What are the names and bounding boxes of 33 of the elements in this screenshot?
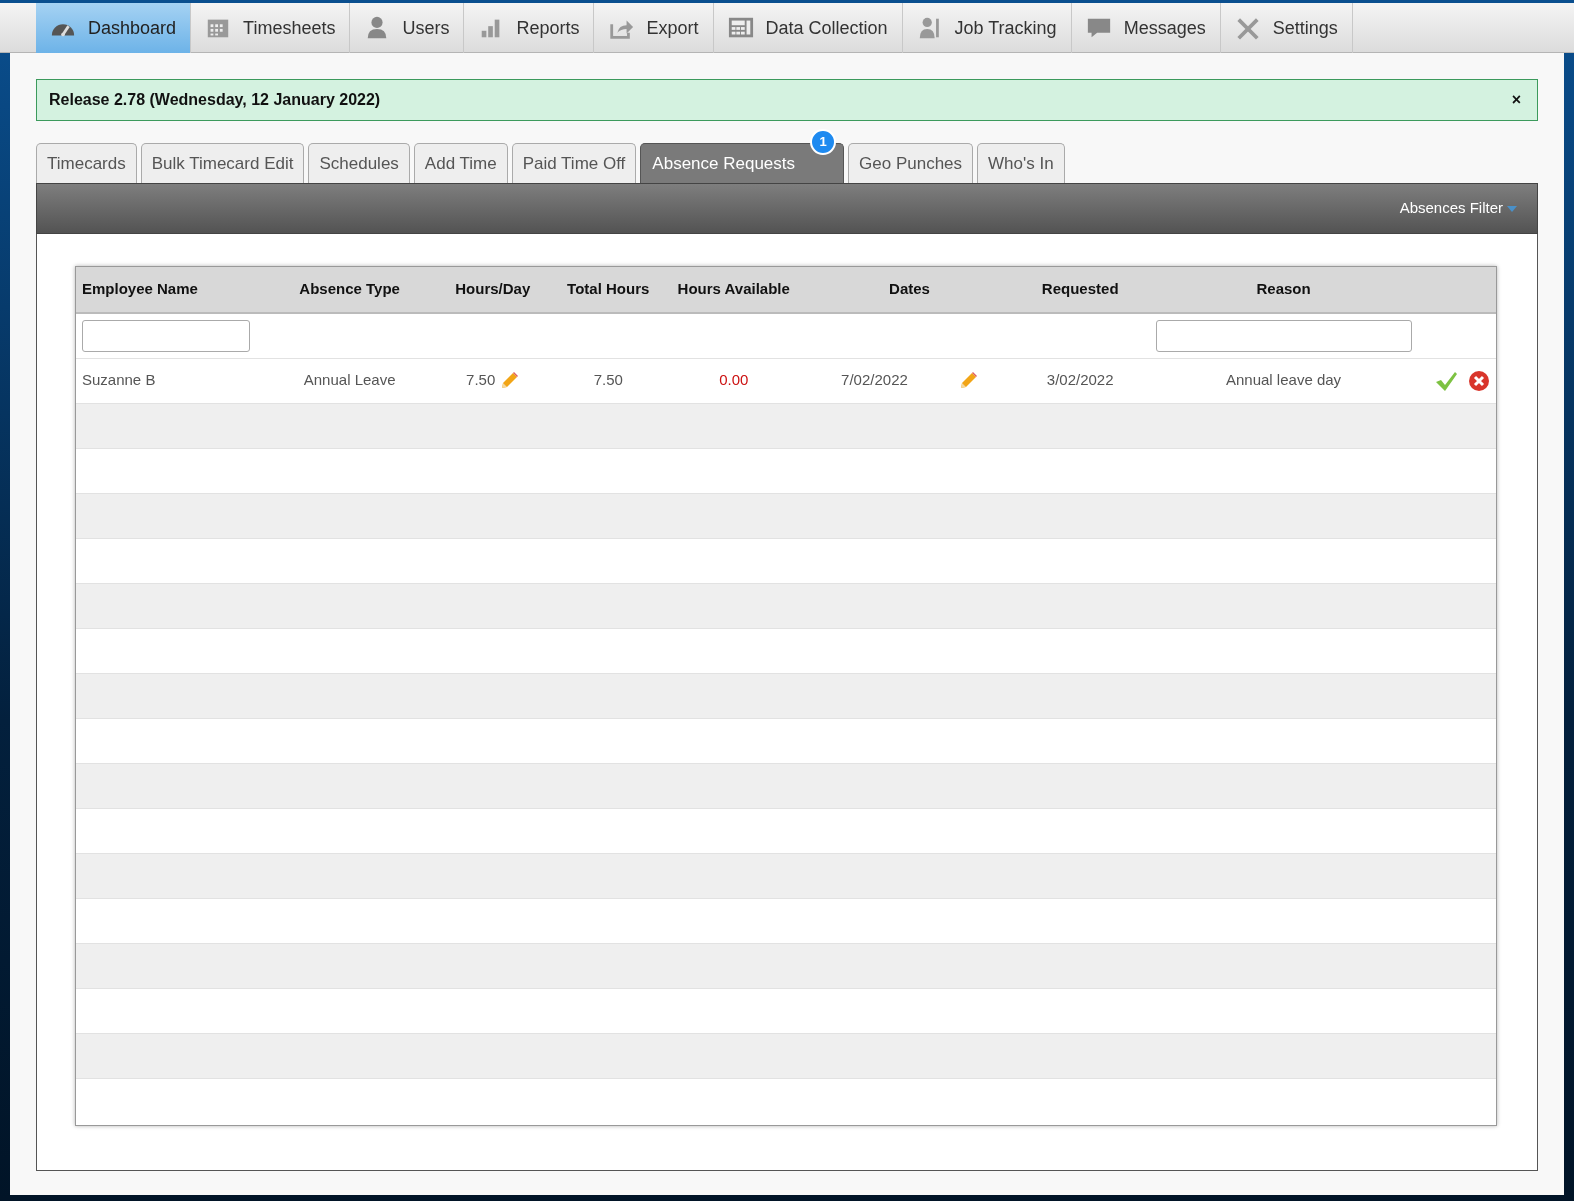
tab[interactable]: Geo Punches bbox=[848, 143, 974, 183]
close-circle-icon[interactable] bbox=[1468, 370, 1490, 392]
table-cell: 0.00 bbox=[719, 371, 749, 389]
column-header: Reason bbox=[1256, 280, 1311, 298]
table-cell: Suzanne B bbox=[82, 371, 156, 389]
table-cell: 7.50 bbox=[593, 371, 623, 389]
table-cell: Annual Leave bbox=[303, 371, 396, 389]
column-header: Employee Name bbox=[82, 280, 198, 298]
count-badge: 1 bbox=[810, 129, 837, 155]
table-cell: 3/02/2022 bbox=[1046, 371, 1114, 389]
filter-field[interactable] bbox=[82, 319, 250, 352]
check-icon[interactable] bbox=[1434, 370, 1458, 392]
tab[interactable]: Schedules bbox=[308, 143, 410, 183]
caret-icon bbox=[1507, 205, 1517, 212]
column-header: Hours/Day bbox=[455, 280, 531, 298]
column-header: Absence Type bbox=[299, 280, 400, 298]
release-text: Release 2.78 (Wednesday, 12 January 2022) bbox=[49, 90, 381, 110]
table-cell: 7/02/2022 bbox=[841, 371, 908, 389]
nav-tab[interactable]: Dashboard bbox=[36, 3, 192, 53]
tab[interactable]: Paid Time Off bbox=[511, 143, 637, 183]
column-header: Dates bbox=[889, 280, 930, 298]
tab[interactable]: Bulk Timecard Edit bbox=[140, 143, 305, 183]
tab[interactable]: Who's In bbox=[977, 143, 1065, 183]
tab[interactable]: Timecards bbox=[36, 143, 137, 183]
absences-filter-dropdown[interactable]: Absences Filter bbox=[1393, 196, 1523, 221]
column-header: Hours Available bbox=[677, 280, 790, 298]
column-header: Total Hours bbox=[567, 280, 650, 298]
filter-field[interactable] bbox=[1155, 319, 1412, 352]
table-cell: 7.50 bbox=[466, 371, 496, 389]
column-header: Requested bbox=[1041, 280, 1119, 298]
tab[interactable]: Add Time bbox=[413, 143, 508, 183]
table-cell: Annual leave day bbox=[1226, 371, 1342, 389]
close-button[interactable]: × bbox=[1507, 88, 1525, 112]
